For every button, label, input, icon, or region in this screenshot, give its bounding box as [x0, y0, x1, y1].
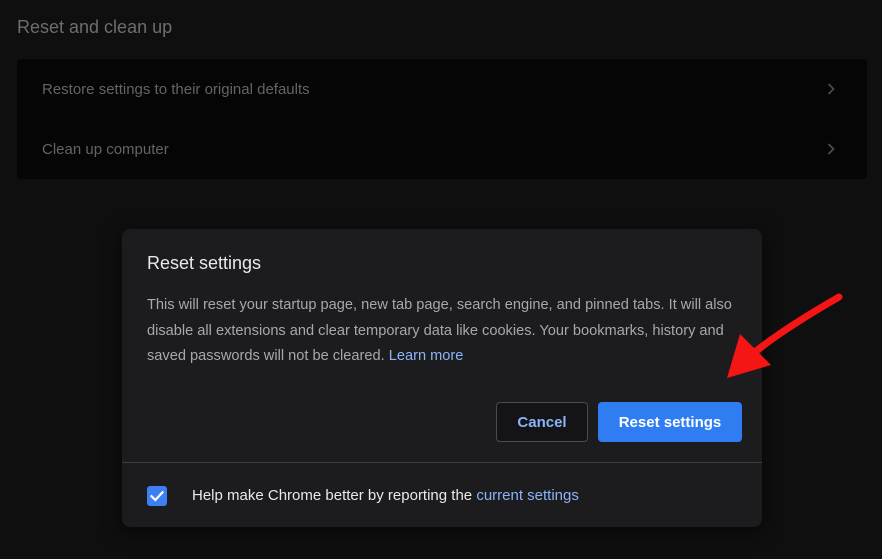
chevron-right-icon: [827, 143, 835, 155]
reset-settings-dialog: Reset settings This will reset your star…: [122, 229, 762, 527]
cancel-button[interactable]: Cancel: [496, 402, 588, 442]
dialog-description: This will reset your startup page, new t…: [147, 293, 742, 370]
checkmark-icon: [149, 490, 165, 502]
clean-up-computer-label: Clean up computer: [42, 140, 169, 158]
chevron-right-icon: [827, 83, 835, 95]
dialog-divider: [122, 462, 762, 463]
reset-settings-card: Restore settings to their original defau…: [17, 59, 867, 179]
current-settings-link[interactable]: current settings: [476, 487, 579, 504]
restore-defaults-row[interactable]: Restore settings to their original defau…: [17, 59, 867, 119]
section-title: Reset and clean up: [17, 17, 173, 37]
red-arrow-icon: [727, 293, 843, 378]
checkbox-label: Help make Chrome better by reporting the…: [192, 486, 579, 506]
reset-settings-button[interactable]: Reset settings: [598, 402, 742, 442]
dialog-title: Reset settings: [147, 253, 262, 273]
report-settings-checkbox[interactable]: [147, 486, 167, 506]
restore-defaults-label: Restore settings to their original defau…: [42, 80, 310, 98]
checkbox-label-text: Help make Chrome better by reporting the: [192, 487, 473, 504]
learn-more-link[interactable]: Learn more: [389, 348, 464, 364]
clean-up-computer-row[interactable]: Clean up computer: [17, 119, 867, 179]
